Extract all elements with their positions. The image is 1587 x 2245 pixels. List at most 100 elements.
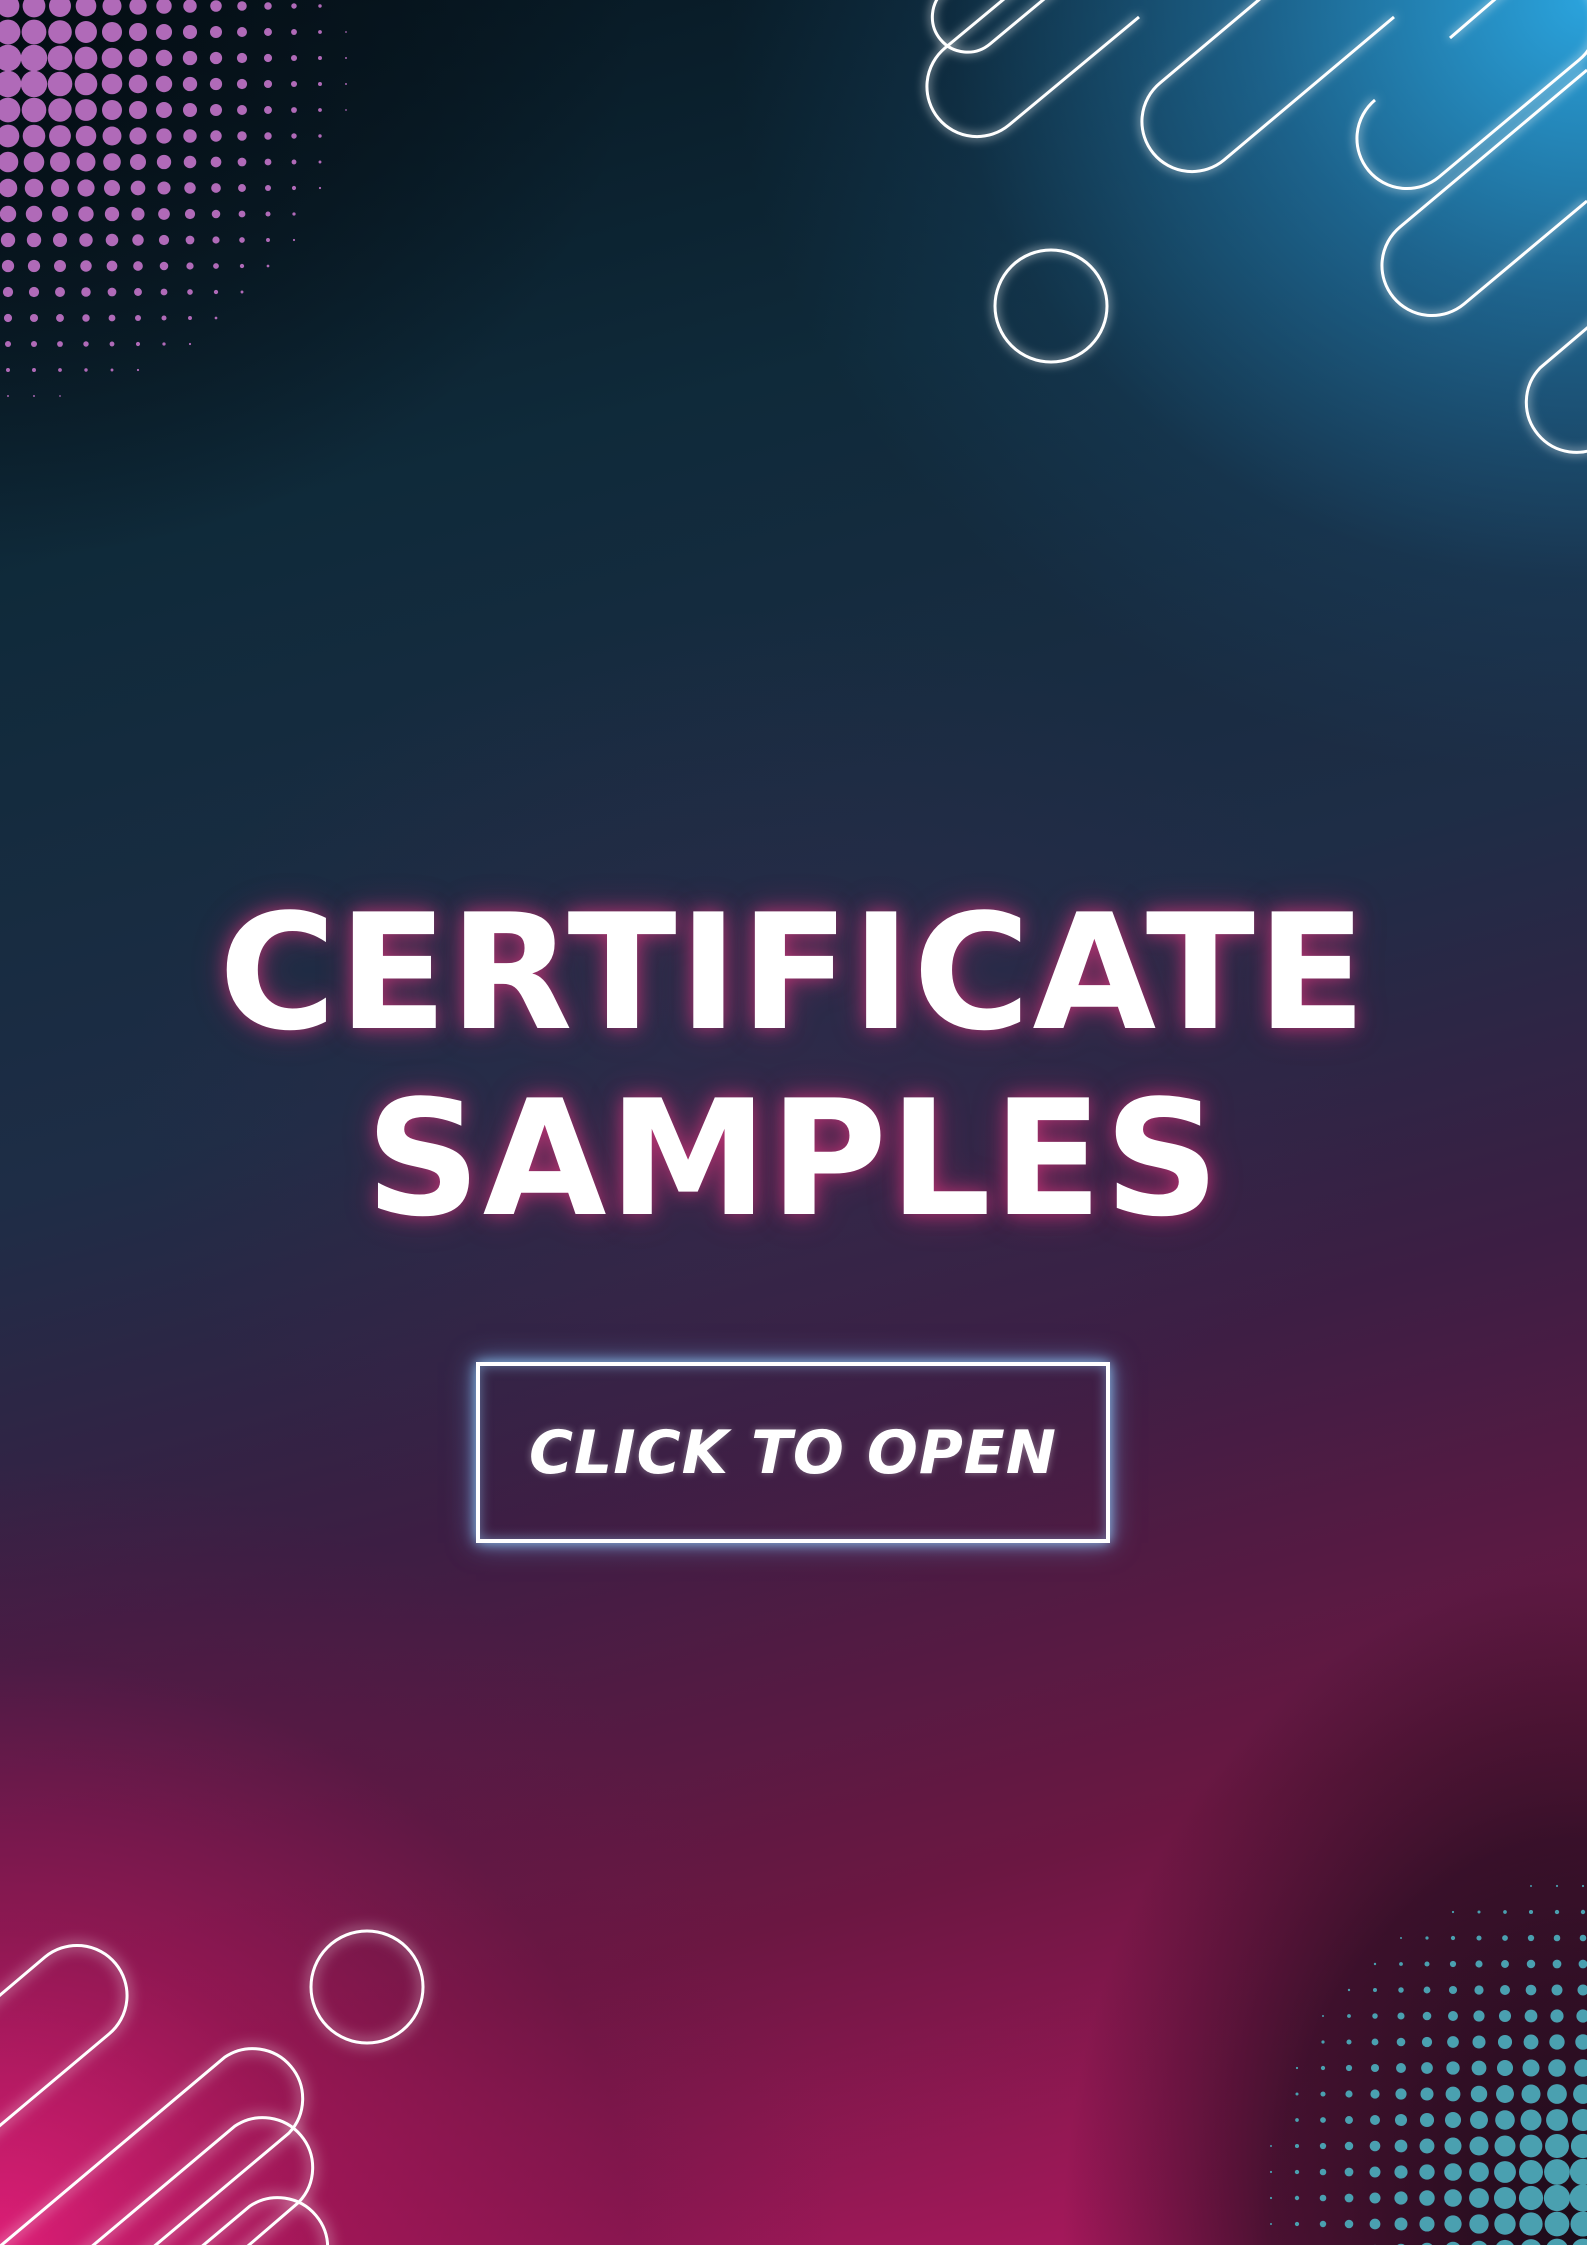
halftone-dot <box>81 287 91 297</box>
halftone-dot <box>1496 2085 1514 2103</box>
halftone-dot <box>32 368 36 372</box>
neon-pill-outline <box>0 1943 129 2128</box>
halftone-dot <box>0 151 19 173</box>
halftone-dot <box>1569 2158 1587 2186</box>
halftone-dot <box>1544 2211 1570 2237</box>
halftone-dot <box>264 28 272 36</box>
halftone-dot <box>49 125 71 147</box>
halftone-dot <box>1519 2212 1543 2236</box>
halftone-dot <box>1471 2240 1487 2245</box>
halftone-dot <box>1519 2160 1543 2184</box>
halftone-dot <box>1496 2059 1514 2077</box>
halftone-dot <box>1518 2185 1544 2211</box>
halftone-dot <box>1494 2213 1516 2235</box>
halftone-dot <box>1552 1959 1562 1969</box>
halftone-dot <box>1573 2084 1587 2104</box>
halftone-dot <box>266 238 270 242</box>
halftone-dot <box>1570 2211 1587 2237</box>
halftone-dot <box>79 233 93 247</box>
halftone-dot <box>1395 2088 1407 2100</box>
halftone-dot <box>1550 2009 1564 2023</box>
halftone-dot <box>1551 1984 1563 1996</box>
halftone-dot <box>1345 2090 1353 2098</box>
halftone-dot <box>1321 2040 1325 2044</box>
halftone-dot <box>1523 2034 1539 2050</box>
neon-pill-outline <box>201 2196 330 2245</box>
halftone-dot <box>2 286 14 298</box>
halftone-dot <box>182 50 198 66</box>
halftone-dot <box>211 209 221 219</box>
halftone-dot <box>1295 2118 1299 2122</box>
halftone-dot <box>4 340 12 348</box>
halftone-dot <box>1451 1910 1455 1914</box>
halftone-dot <box>214 316 218 320</box>
halftone-dot <box>1321 2014 1325 2018</box>
halftone-dot <box>1493 2186 1517 2210</box>
halftone-dot <box>155 101 173 119</box>
halftone-dot <box>237 157 247 167</box>
halftone-dot <box>1519 2134 1543 2158</box>
halftone-dot <box>1524 2009 1538 2023</box>
halftone-dot <box>0 70 22 98</box>
halftone-dot <box>107 287 117 297</box>
halftone-dot <box>1373 1962 1377 1966</box>
halftone-dot <box>1 259 15 273</box>
halftone-dot <box>182 102 198 118</box>
halftone-dot <box>56 314 64 322</box>
halftone-dot <box>0 97 21 123</box>
halftone-dot <box>1470 2085 1488 2103</box>
halftone-dot <box>1444 2189 1462 2207</box>
halftone-dot <box>183 129 197 143</box>
neon-ring <box>309 1929 425 2045</box>
halftone-dot <box>75 21 97 43</box>
halftone-dot <box>1474 1985 1484 1995</box>
halftone-dot <box>0 205 17 223</box>
halftone-dot <box>1320 2065 1326 2071</box>
halftone-dot <box>345 109 347 111</box>
click-to-open-button[interactable]: CLICK TO OPEN <box>476 1362 1110 1543</box>
halftone-dot <box>1397 2012 1405 2020</box>
halftone-dot <box>1471 2060 1487 2076</box>
halftone-dot <box>1295 2092 1299 2096</box>
halftone-dot <box>240 290 244 294</box>
halftone-dot <box>292 212 296 216</box>
halftone-dot <box>290 80 298 88</box>
halftone-dot <box>1476 1935 1482 1941</box>
halftone-dot <box>1425 1936 1429 1940</box>
halftone-dot <box>1445 2086 1461 2102</box>
neon-pill-outline <box>1524 326 1587 454</box>
halftone-dot <box>213 263 219 269</box>
halftone-dot <box>76 152 96 172</box>
halftone-dot <box>101 21 123 43</box>
halftone-dot <box>1448 2011 1458 2021</box>
title-line-2: SAMPLES <box>365 1065 1222 1252</box>
halftone-dot <box>1496 2239 1514 2245</box>
halftone-dot <box>1501 1960 1509 1968</box>
halftone-dot <box>1399 1962 1403 1966</box>
halftone-dot <box>1497 2034 1513 2050</box>
halftone-dot <box>0 19 21 45</box>
halftone-dot <box>1581 1884 1585 1888</box>
halftone-dot <box>1546 2109 1568 2131</box>
halftone-dot <box>210 104 222 116</box>
halftone-dot <box>210 130 222 142</box>
halftone-dot <box>1369 2166 1381 2178</box>
halftone-dot <box>182 76 198 92</box>
halftone-dot <box>1526 1959 1536 1969</box>
halftone-dot <box>108 314 116 322</box>
halftone-dot <box>49 0 71 17</box>
halftone-dot <box>162 342 166 346</box>
halftone-dot <box>75 125 97 147</box>
halftone-dot <box>237 131 247 141</box>
halftone-dot <box>1419 2190 1435 2206</box>
halftone-dot <box>48 20 72 44</box>
halftone-dot <box>238 184 246 192</box>
halftone-dot <box>1294 2221 1300 2227</box>
halftone-dot <box>28 286 40 298</box>
halftone-dot <box>75 99 97 121</box>
halftone-dot <box>1576 2009 1587 2023</box>
halftone-dot <box>237 1 247 11</box>
halftone-dot <box>345 83 347 85</box>
halftone-dot <box>1543 2184 1571 2212</box>
halftone-dot <box>265 211 271 217</box>
